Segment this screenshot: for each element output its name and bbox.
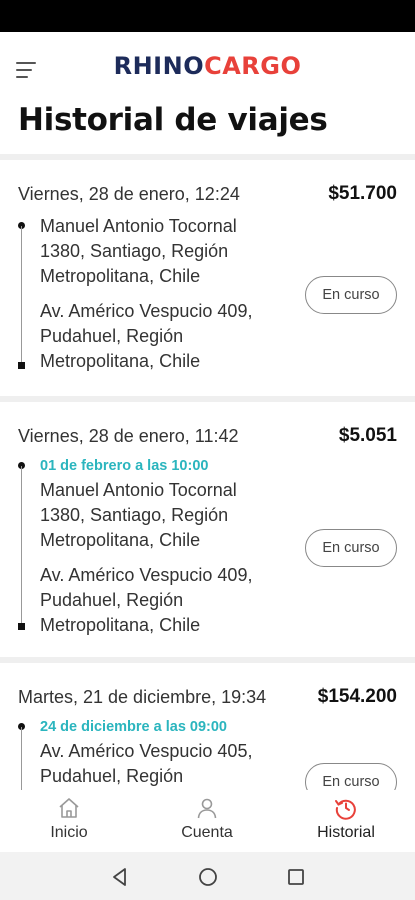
recents-icon[interactable]	[284, 865, 308, 889]
app-logo: RHINOCARGO	[0, 52, 415, 80]
nav-label: Cuenta	[181, 824, 233, 841]
page-title: Historial de viajes	[18, 102, 328, 138]
origin-address: Manuel Antonio Tocornal 1380, Santiago, …	[40, 480, 237, 550]
nav-label: Inicio	[50, 824, 88, 841]
trip-price: $51.700	[328, 183, 397, 204]
destination-square	[18, 623, 25, 630]
nav-item-inicio[interactable]: Inicio	[0, 790, 138, 852]
trip-date: Viernes, 28 de enero, 12:24	[18, 184, 240, 204]
timeline-line	[21, 727, 22, 790]
scheduled-time: 24 de diciembre a las 09:00	[40, 719, 227, 735]
nav-item-cuenta[interactable]: Cuenta	[138, 790, 276, 852]
back-icon[interactable]	[108, 865, 132, 889]
trip-date: Viernes, 28 de enero, 11:42	[18, 426, 239, 446]
home-circle-icon[interactable]	[196, 865, 220, 889]
destination-address: Av. Américo Vespucio 409, Pudahuel, Regi…	[40, 301, 253, 371]
status-button[interactable]: En curso	[305, 276, 397, 314]
logo-rhino: RHINO	[113, 52, 205, 80]
trip-price: $154.200	[317, 686, 397, 707]
system-nav-bar	[0, 852, 415, 900]
logo-cargo: CARGO	[204, 52, 302, 80]
origin-address: Av. Américo Vespucio 405, Pudahuel, Regi…	[40, 741, 253, 786]
destination-address: Av. Américo Vespucio 409, Pudahuel, Regi…	[40, 565, 253, 635]
app-header: RHINOCARGO	[0, 32, 415, 102]
scheduled-time: 01 de febrero a las 10:00	[40, 458, 209, 474]
nav-label: Historial	[317, 824, 375, 841]
trip-date: Martes, 21 de diciembre, 19:34	[18, 687, 267, 707]
trip-list[interactable]: Viernes, 28 de enero, 12:24 $51.700 Manu…	[0, 160, 415, 790]
timeline-line	[21, 466, 22, 626]
bottom-nav: Inicio Cuenta Historial	[0, 790, 415, 852]
trip-card[interactable]: Martes, 21 de diciembre, 19:34 $154.200 …	[0, 663, 415, 790]
status-button[interactable]: En curso	[305, 763, 397, 790]
trip-price: $5.051	[338, 425, 397, 446]
status-bar	[0, 0, 415, 32]
trip-card[interactable]: Viernes, 28 de enero, 11:42 $5.051 01 de…	[0, 402, 415, 657]
origin-address: Manuel Antonio Tocornal 1380, Santiago, …	[40, 216, 237, 286]
history-icon	[335, 799, 356, 820]
nav-item-historial[interactable]: Historial	[277, 790, 415, 852]
status-button[interactable]: En curso	[305, 529, 397, 567]
user-icon	[197, 798, 217, 819]
home-icon	[59, 798, 79, 818]
trip-card[interactable]: Viernes, 28 de enero, 12:24 $51.700 Manu…	[0, 160, 415, 400]
destination-square	[18, 362, 25, 369]
timeline-line	[21, 226, 22, 366]
